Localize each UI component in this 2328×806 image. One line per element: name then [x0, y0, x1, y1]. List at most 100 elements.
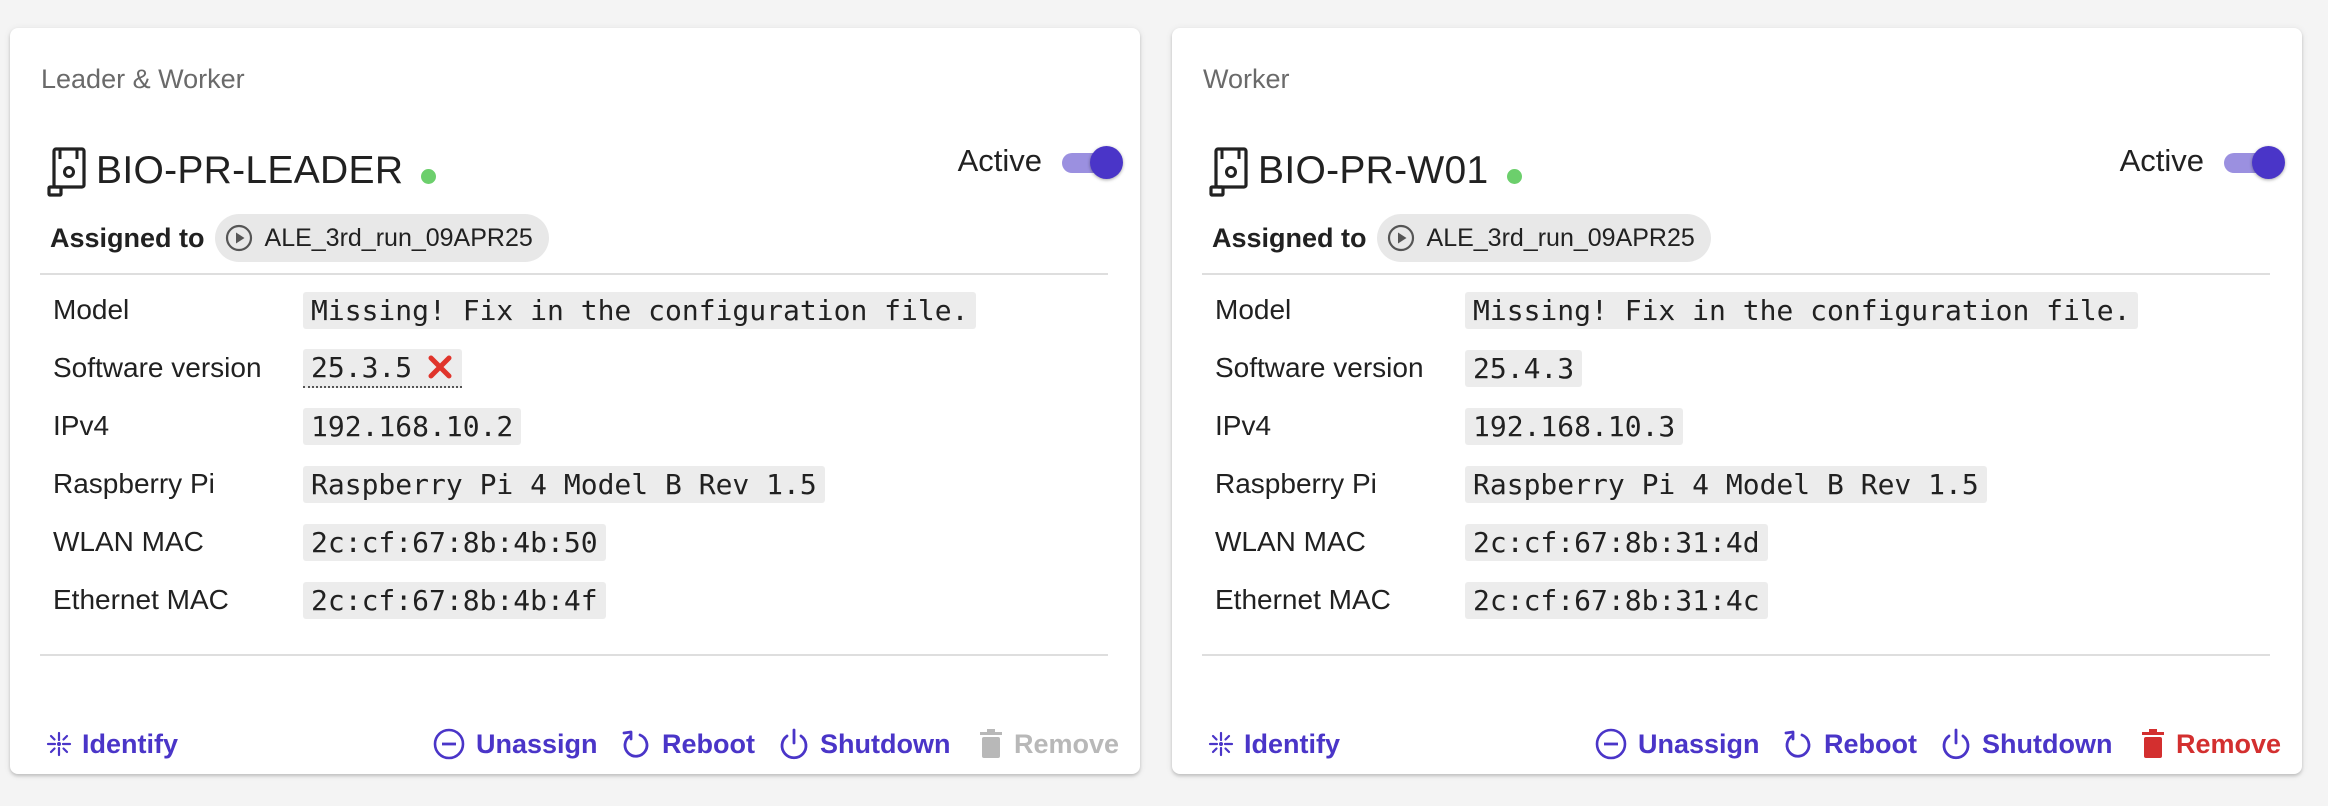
unassign-button[interactable]: Unassign: [432, 722, 598, 766]
info-row-ipv4: IPv4 192.168.10.2: [53, 406, 522, 446]
info-value: 192.168.10.2: [303, 407, 522, 445]
info-value: Raspberry Pi 4 Model B Rev 1.5: [1465, 465, 1987, 503]
minus-circle-icon: [1595, 728, 1627, 760]
software-version-value[interactable]: 25.3.5: [303, 348, 463, 388]
info-row-raspberry-pi: Raspberry Pi Raspberry Pi 4 Model B Rev …: [1215, 464, 1987, 504]
info-row-wlan-mac: WLAN MAC 2c:cf:67:8b:4b:50: [53, 522, 606, 562]
card-actions: Identify Unassign Reboot Shutdown Remove: [1172, 722, 2302, 766]
active-control: Active: [2120, 143, 2286, 179]
device-title-row: BIO-PR-W01: [1208, 138, 1522, 204]
online-status-dot: [421, 168, 437, 184]
reboot-label: Reboot: [662, 728, 755, 759]
info-value: 192.168.10.3: [1465, 407, 1684, 445]
device-name: BIO-PR-W01: [1258, 149, 1489, 192]
info-value: 2c:cf:67:8b:4b:50: [303, 523, 606, 561]
assigned-run-chip[interactable]: ALE_3rd_run_09APR25: [214, 214, 549, 262]
info-value: 2c:cf:67:8b:4b:4f: [303, 581, 606, 619]
info-row-ethernet-mac: Ethernet MAC 2c:cf:67:8b:31:4c: [1215, 580, 1768, 620]
device-card-leader: Leader & Worker BIO-PR-LEADER Active Ass…: [10, 28, 1140, 774]
info-row-wlan-mac: WLAN MAC 2c:cf:67:8b:31:4d: [1215, 522, 1768, 562]
divider: [1202, 654, 2270, 656]
assigned-row: Assigned to ALE_3rd_run_09APR25: [50, 214, 549, 262]
info-row-model: Model Missing! Fix in the configuration …: [1215, 290, 2139, 330]
reboot-button[interactable]: Reboot: [620, 722, 755, 766]
assigned-run-name: ALE_3rd_run_09APR25: [1426, 223, 1695, 252]
reboot-button[interactable]: Reboot: [1782, 722, 1917, 766]
device-card-worker: Worker BIO-PR-W01 Active Assigned to ALE…: [1172, 28, 2302, 774]
info-value: 25.4.3: [1465, 349, 1583, 387]
shutdown-button[interactable]: Shutdown: [1940, 722, 2112, 766]
assigned-label: Assigned to: [50, 222, 205, 253]
trash-icon: [2142, 729, 2164, 758]
info-row-ethernet-mac: Ethernet MAC 2c:cf:67:8b:4b:4f: [53, 580, 606, 620]
play-circle-icon: [1387, 224, 1415, 252]
power-icon: [1942, 728, 1970, 760]
assigned-row: Assigned to ALE_3rd_run_09APR25: [1212, 214, 1711, 262]
divider: [40, 654, 1108, 656]
active-label: Active: [957, 143, 1042, 178]
raspberry-pi-icon: [1208, 145, 1252, 197]
sparkle-icon: [1208, 731, 1234, 757]
info-label: Ethernet MAC: [1215, 584, 1391, 615]
info-value: 25.3.5: [311, 350, 413, 384]
info-row-ipv4: IPv4 192.168.10.3: [1215, 406, 1684, 446]
info-label: Model: [1215, 294, 1292, 325]
info-label: Raspberry Pi: [53, 468, 215, 499]
info-label: WLAN MAC: [1215, 526, 1366, 557]
remove-button[interactable]: Remove: [2140, 722, 2281, 766]
shutdown-label: Shutdown: [820, 728, 951, 759]
reboot-label: Reboot: [1824, 728, 1917, 759]
raspberry-pi-icon: [46, 145, 90, 197]
info-value: 2c:cf:67:8b:31:4d: [1465, 523, 1768, 561]
info-label: Model: [53, 294, 130, 325]
online-status-dot: [1506, 168, 1522, 184]
device-title-row: BIO-PR-LEADER: [46, 138, 437, 204]
info-row-raspberry-pi: Raspberry Pi Raspberry Pi 4 Model B Rev …: [53, 464, 825, 504]
assigned-run-name: ALE_3rd_run_09APR25: [264, 223, 533, 252]
info-value: 2c:cf:67:8b:31:4c: [1465, 581, 1768, 619]
restart-icon: [622, 730, 649, 758]
power-icon: [780, 728, 808, 760]
info-label: Raspberry Pi: [1215, 468, 1377, 499]
unassign-label: Unassign: [476, 728, 598, 759]
unassign-label: Unassign: [1638, 728, 1760, 759]
assigned-label: Assigned to: [1212, 222, 1367, 253]
info-label: WLAN MAC: [53, 526, 204, 557]
info-label: IPv4: [53, 410, 110, 441]
info-value: Raspberry Pi 4 Model B Rev 1.5: [303, 465, 825, 503]
identify-button[interactable]: Identify: [46, 722, 178, 766]
device-name: BIO-PR-LEADER: [96, 149, 404, 192]
device-role: Worker: [1203, 64, 1290, 94]
divider: [1202, 273, 2270, 275]
identify-label: Identify: [1244, 728, 1341, 759]
active-label: Active: [2119, 143, 2204, 178]
remove-label: Remove: [1014, 728, 1120, 759]
identify-label: Identify: [82, 728, 179, 759]
shutdown-button[interactable]: Shutdown: [778, 722, 950, 766]
sparkle-icon: [46, 731, 72, 757]
card-actions: Identify Unassign Reboot Shutdown Remove: [10, 722, 1140, 766]
info-value: Missing! Fix in the configuration file.: [1465, 291, 2139, 329]
info-label: Software version: [53, 352, 262, 383]
trash-icon: [980, 729, 1002, 758]
info-row-software-version: Software version 25.3.5: [53, 348, 463, 388]
remove-label: Remove: [2176, 728, 2282, 759]
remove-button[interactable]: Remove: [978, 722, 1119, 766]
assigned-run-chip[interactable]: ALE_3rd_run_09APR25: [1376, 214, 1711, 262]
restart-icon: [1784, 730, 1811, 758]
info-row-model: Model Missing! Fix in the configuration …: [53, 290, 977, 330]
minus-circle-icon: [433, 728, 465, 760]
play-circle-icon: [225, 224, 253, 252]
active-toggle[interactable]: [2224, 144, 2286, 179]
info-label: IPv4: [1215, 410, 1272, 441]
divider: [40, 273, 1108, 275]
info-label: Software version: [1215, 352, 1424, 383]
identify-button[interactable]: Identify: [1208, 722, 1340, 766]
info-label: Ethernet MAC: [53, 584, 229, 615]
device-role: Leader & Worker: [41, 64, 245, 94]
active-toggle[interactable]: [1062, 144, 1124, 179]
info-value: Missing! Fix in the configuration file.: [303, 291, 977, 329]
info-row-software-version: Software version 25.4.3: [1215, 348, 1583, 388]
shutdown-label: Shutdown: [1982, 728, 2113, 759]
unassign-button[interactable]: Unassign: [1594, 722, 1760, 766]
